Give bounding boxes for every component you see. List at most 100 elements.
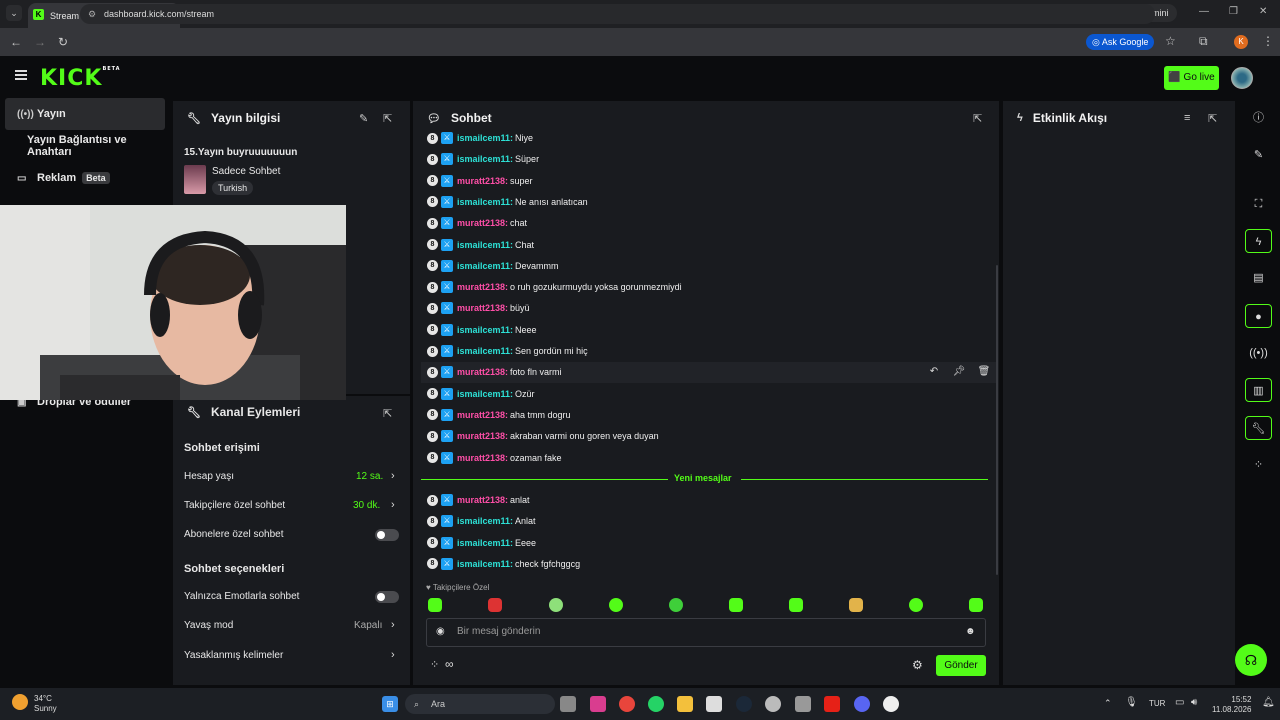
chat-username[interactable]: ismailcem11:	[457, 154, 513, 164]
window-close-icon[interactable]: ✕	[1259, 6, 1267, 17]
chat-message[interactable]: 8 ⚔ muratt2138: ozaman fake	[427, 450, 562, 466]
chat-message[interactable]: 8 ⚔ muratt2138: akraban varmi onu goren vey…	[427, 428, 659, 444]
chevron-right-icon[interactable]: ›	[391, 649, 395, 661]
notes-icon[interactable]: ▤	[1245, 266, 1272, 290]
chat-message[interactable]: 8 ⚔ ismailcem11: Ne anısı anlatıcan	[427, 194, 588, 210]
chat-message[interactable]: 8 ⚔ ismailcem11: Chat	[427, 237, 534, 253]
reply-icon[interactable]: ↶	[925, 364, 943, 380]
extensions-icon[interactable]: ⧉	[1199, 34, 1208, 49]
user-avatar[interactable]	[1231, 67, 1253, 89]
emote-icon[interactable]	[609, 598, 623, 612]
chat-message[interactable]: 8 ⚔ muratt2138: anlat	[427, 492, 530, 508]
chat-message[interactable]: 8 ⚔ muratt2138: o ruh gozukurmuydu yoksa go…	[427, 279, 682, 295]
chat-message[interactable]: 8 ⚔ ismailcem11: check fgfchggcg	[427, 556, 580, 572]
sub-badge-icon[interactable]: 8	[427, 175, 438, 187]
chat-message[interactable]: 8 ⚔ ismailcem11: Neee	[427, 322, 537, 338]
sub-badge-icon[interactable]: 8	[427, 430, 438, 442]
chat-username[interactable]: muratt2138:	[457, 495, 508, 505]
moderator-badge-icon[interactable]: ⚔	[441, 153, 453, 166]
chat-username[interactable]: muratt2138:	[457, 410, 508, 420]
chat-username[interactable]: ismailcem11:	[457, 389, 513, 399]
chat-username[interactable]: ismailcem11:	[457, 346, 513, 356]
windows-start-icon[interactable]: ⊞	[382, 696, 398, 712]
chat-username[interactable]: muratt2138:	[457, 218, 508, 228]
chat-input-box[interactable]: ◉ ☻	[426, 618, 986, 647]
layout-icon[interactable]: ▥	[1245, 378, 1272, 402]
popout-icon[interactable]: ⇱	[383, 112, 392, 125]
wrench-icon[interactable]: 🔧︎	[1245, 416, 1272, 440]
browser-menu-icon[interactable]: ⋮	[1262, 34, 1274, 48]
tab-search-button[interactable]: ⌄	[6, 5, 22, 21]
broadcast-icon[interactable]: ((•))	[1245, 341, 1272, 365]
delete-icon[interactable]: 🗑︎	[975, 364, 993, 380]
menu-hamburger-icon[interactable]	[15, 70, 27, 80]
emote-only-toggle[interactable]	[375, 591, 399, 603]
moderator-badge-icon[interactable]: ⚔	[441, 451, 453, 464]
steam-icon[interactable]	[736, 696, 752, 712]
chat-message[interactable]: 8 ⚔ ismailcem11: Ozür	[427, 386, 535, 402]
minimize-icon[interactable]: —	[1199, 6, 1209, 17]
emote-icon[interactable]	[849, 598, 863, 612]
emote-icon[interactable]	[549, 598, 563, 612]
weather-sun-icon[interactable]	[12, 694, 28, 710]
moderator-badge-icon[interactable]: ⚔	[441, 557, 453, 570]
chat-username[interactable]: ismailcem11:	[457, 325, 513, 335]
sub-badge-icon[interactable]: 8	[427, 537, 438, 549]
moderator-badge-icon[interactable]: ⚔	[441, 302, 453, 315]
address-bar[interactable]: ⚙ dashboard.kick.com/stream	[80, 4, 1155, 24]
sub-badge-icon[interactable]: 8	[427, 281, 438, 293]
taskbar-search[interactable]: ⌕ Ara	[405, 694, 555, 714]
category-name[interactable]: Sadece Sohbet	[212, 166, 280, 177]
chrome-icon[interactable]	[619, 696, 635, 712]
sub-badge-icon[interactable]: 8	[427, 132, 438, 144]
sub-badge-icon[interactable]: 8	[427, 260, 438, 272]
info-icon[interactable]: ⓘ	[1245, 106, 1272, 130]
sub-badge-icon[interactable]: 8	[427, 302, 438, 314]
send-button[interactable]: Gönder	[936, 655, 986, 676]
kick-logo[interactable]: KICKBETA	[40, 66, 121, 91]
sub-badge-icon[interactable]: 8	[427, 366, 438, 378]
input-language[interactable]: TUR	[1149, 699, 1165, 708]
reload-icon[interactable]: ↻	[58, 35, 68, 49]
emote-icon[interactable]	[909, 598, 923, 612]
emote-icon[interactable]	[669, 598, 683, 612]
chat-username[interactable]: muratt2138:	[457, 453, 508, 463]
chat-message[interactable]: 8 ⚔ ismailcem11: Niye	[427, 130, 533, 146]
moderator-badge-icon[interactable]: ⚔	[441, 430, 453, 443]
task-view-icon[interactable]	[560, 696, 576, 712]
chevron-right-icon[interactable]: ›	[391, 619, 395, 631]
popout-icon[interactable]: ⇱	[973, 112, 982, 125]
chat-message[interactable]: 8 ⚔ muratt2138: büyü	[427, 300, 530, 316]
chat-settings-gear-icon[interactable]: ⚙	[912, 658, 923, 672]
moderator-badge-icon[interactable]: ⚔	[441, 515, 453, 528]
moderator-badge-icon[interactable]: ⚔	[441, 259, 453, 272]
chat-message-input[interactable]	[457, 626, 937, 637]
sidebar-item-reklam[interactable]: ▭ Reklam Beta	[5, 162, 165, 194]
chat-settings-shield-icon[interactable]: ◉	[436, 626, 445, 637]
moderator-badge-icon[interactable]: ⚔	[441, 195, 453, 208]
sub-badge-icon[interactable]: 8	[427, 388, 438, 400]
taskbar-clock[interactable]: 15:52 11.08.2026	[1212, 695, 1251, 715]
sub-badge-icon[interactable]: 8	[427, 217, 438, 229]
chat-message[interactable]: 8 ⚔ ismailcem11: Sen gordün mi hiç	[427, 343, 588, 359]
sidebar-item-yayin[interactable]: ((•)) Yayın	[5, 98, 165, 130]
chat-username[interactable]: muratt2138:	[457, 303, 508, 313]
maximize-icon[interactable]: ❐	[1229, 6, 1238, 17]
chat-username[interactable]: ismailcem11:	[457, 240, 513, 250]
moderator-badge-icon[interactable]: ⚔	[441, 408, 453, 421]
moderator-badge-icon[interactable]: ⚔	[441, 174, 453, 187]
chat-message[interactable]: 8 ⚔ ismailcem11: Devammm	[427, 258, 559, 274]
moderator-badge-icon[interactable]: ⚔	[441, 366, 453, 379]
bookmark-star-icon[interactable]: ☆	[1165, 34, 1176, 48]
moderator-badge-icon[interactable]: ⚔	[441, 217, 453, 230]
profile-avatar[interactable]: K	[1234, 35, 1248, 49]
chat-username[interactable]: ismailcem11:	[457, 516, 513, 526]
moderator-badge-icon[interactable]: ⚔	[441, 345, 453, 357]
chat-username[interactable]: muratt2138:	[457, 431, 508, 441]
channel-points-icon[interactable]: ⁘	[430, 658, 439, 671]
popout-icon[interactable]: ⇱	[383, 407, 392, 420]
youtube-icon[interactable]	[824, 696, 840, 712]
sub-badge-icon[interactable]: 8	[427, 515, 438, 527]
chat-message[interactable]: 8 ⚔ ismailcem11: Anlat	[427, 513, 536, 529]
chat-message[interactable]: 8 ⚔ muratt2138: aha tmm dogru	[427, 407, 571, 423]
